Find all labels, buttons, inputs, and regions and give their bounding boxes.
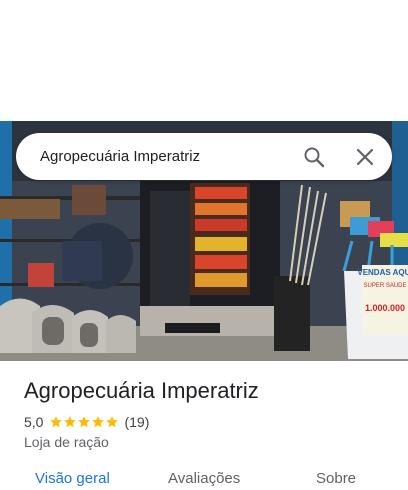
search-icon[interactable] [302,145,326,169]
photo-sign-text-3: 1.000.000 [365,303,405,313]
star-icon [64,416,77,428]
star-icon [106,416,119,428]
photo-sign-text-2: SUPER SAUDE [363,283,406,289]
review-count[interactable]: (19) [124,414,149,430]
place-category[interactable]: Loja de ração [24,434,109,450]
search-query[interactable]: Agropecuária Imperatriz [40,133,200,180]
star-icon [92,416,105,428]
tab-about[interactable]: Sobre [316,470,356,487]
search-bar[interactable]: Agropecuária Imperatriz [16,133,392,180]
place-title: Agropecuária Imperatriz [24,378,259,403]
photo-sign-text-1: VENDAS AQUI [357,268,408,277]
star-icon [50,416,63,428]
rating-stars [49,415,119,429]
tab-overview[interactable]: Visão geral [35,470,110,487]
close-icon[interactable] [353,145,377,169]
rating-row[interactable]: 5,0 (19) [24,413,149,431]
tab-bar: Visão geral Avaliações Sobre [0,470,408,490]
tab-reviews[interactable]: Avaliações [168,470,240,487]
rating-value: 5,0 [24,414,44,430]
star-icon [78,416,91,428]
